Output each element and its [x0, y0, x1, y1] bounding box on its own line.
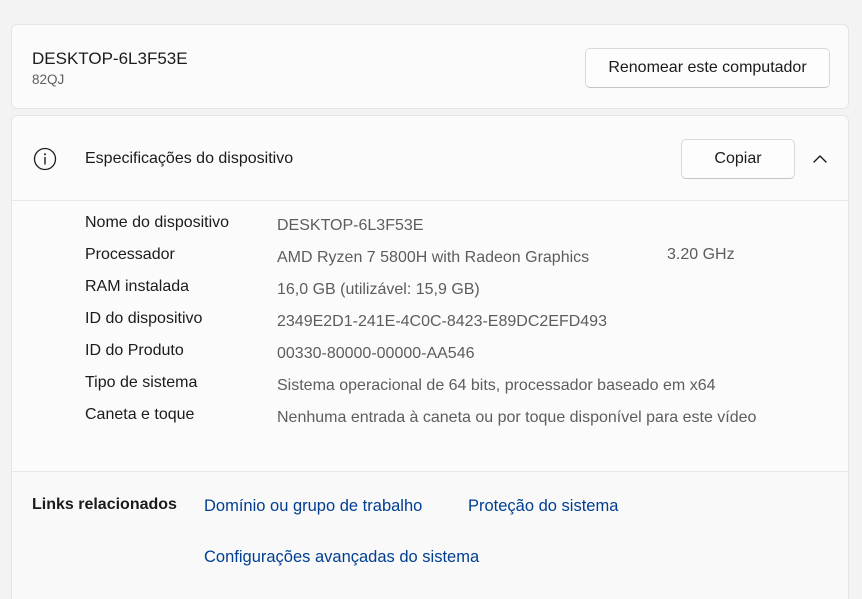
- spec-label: ID do dispositivo: [85, 310, 203, 327]
- spec-label: RAM instalada: [85, 278, 190, 295]
- spec-label: Tipo de sistema: [85, 374, 198, 391]
- related-links-section: Links relacionados Domínio ou grupo de t…: [12, 471, 848, 599]
- spec-value[interactable]: Sistema operacional de 64 bits, processa…: [277, 374, 767, 397]
- spec-label: Processador: [85, 246, 175, 263]
- spec-label: ID do Produto: [85, 342, 184, 359]
- processor-speed[interactable]: 3.20 GHz: [667, 246, 735, 264]
- device-name: DESKTOP-6L3F53E: [32, 49, 188, 68]
- link-domain-workgroup[interactable]: Domínio ou grupo de trabalho: [204, 497, 422, 516]
- spec-value[interactable]: 00330-80000-00000-AA546: [277, 342, 767, 365]
- info-icon: [33, 147, 57, 171]
- chevron-up-icon[interactable]: [809, 148, 831, 170]
- link-system-protection[interactable]: Proteção do sistema: [468, 497, 618, 516]
- copy-button[interactable]: Copiar: [681, 139, 795, 179]
- spec-value[interactable]: 16,0 GB (utilizável: 15,9 GB): [277, 278, 767, 301]
- rename-computer-button[interactable]: Renomear este computador: [585, 48, 830, 88]
- device-model: 82QJ: [32, 72, 65, 87]
- spec-value[interactable]: DESKTOP-6L3F53E: [277, 214, 767, 237]
- spec-value[interactable]: 2349E2D1-241E-4C0C-8423-E89DC2EFD493: [277, 310, 767, 333]
- specs-list: Nome do dispositivo DESKTOP-6L3F53E Proc…: [12, 201, 848, 471]
- device-card: DESKTOP-6L3F53E 82QJ Renomear este compu…: [11, 24, 849, 109]
- specs-title: Especificações do dispositivo: [85, 150, 294, 167]
- device-specs-card: Especificações do dispositivo Copiar Nom…: [11, 115, 849, 599]
- spec-value[interactable]: Nenhuma entrada à caneta ou por toque di…: [277, 406, 767, 429]
- related-links-title: Links relacionados: [32, 496, 177, 513]
- link-advanced-system-settings[interactable]: Configurações avançadas do sistema: [204, 548, 479, 567]
- specs-header[interactable]: Especificações do dispositivo Copiar: [12, 116, 848, 201]
- spec-label: Nome do dispositivo: [85, 214, 230, 231]
- spec-label: Caneta e toque: [85, 406, 195, 423]
